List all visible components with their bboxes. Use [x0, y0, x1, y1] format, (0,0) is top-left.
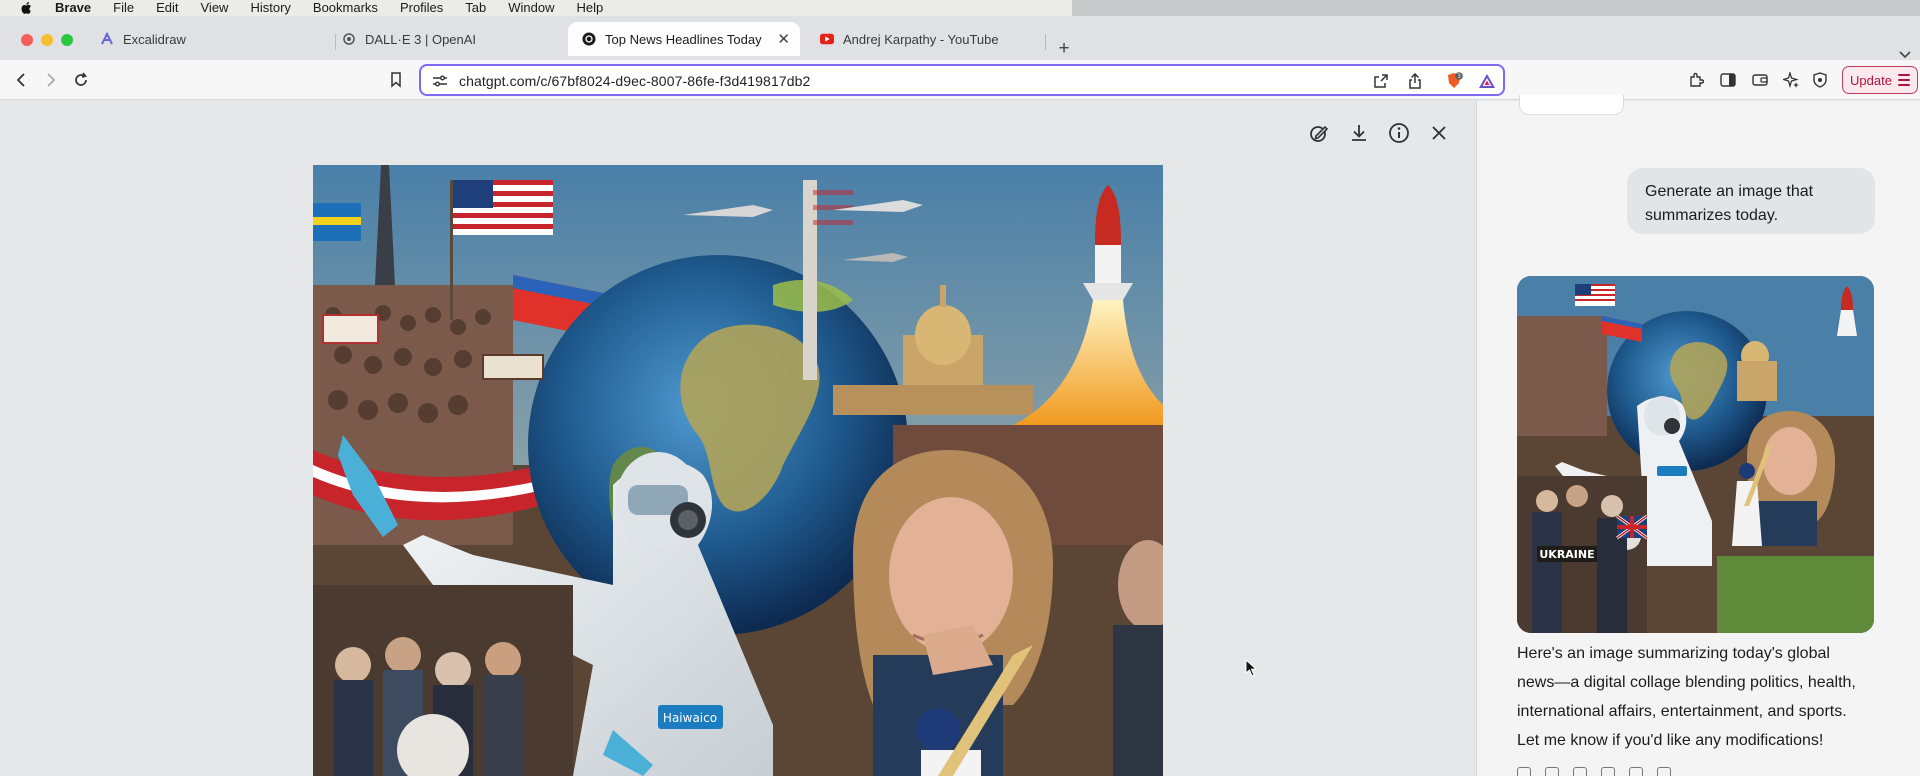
menu-bar-right [1072, 0, 1920, 16]
youtube-icon [820, 32, 834, 46]
image-viewer: Haiwaico [0, 101, 1476, 776]
macos-menu-bar: Brave File Edit View History Bookmarks P… [0, 0, 1920, 16]
site-settings-icon[interactable] [430, 71, 450, 91]
mouse-cursor-icon [1245, 658, 1258, 677]
brave-rewards-icon[interactable] [1477, 71, 1497, 91]
excalidraw-icon [100, 32, 114, 46]
generated-image[interactable]: Haiwaico [313, 165, 1163, 776]
copy-icon[interactable] [1517, 767, 1531, 776]
tab-title: Andrej Karpathy - YouTube [843, 31, 999, 47]
apple-icon[interactable] [20, 1, 33, 15]
audience [313, 585, 573, 776]
openai-icon [342, 32, 356, 46]
menu-view[interactable]: View [201, 0, 229, 16]
tab-separator [1045, 34, 1046, 50]
minimize-window-button[interactable] [41, 34, 53, 46]
menu-edit[interactable]: Edit [156, 0, 178, 16]
url-text: chatgpt.com/c/67bf8024-d9ec-8007-86fe-f3… [459, 73, 811, 89]
shield-badge-count: 3 [1457, 73, 1461, 80]
sidebar-toggle-icon[interactable] [1718, 70, 1738, 90]
tab-title: DALL·E 3 | OpenAI [365, 31, 477, 47]
chat-sidebar: Generate an image that summarizes today. [1476, 95, 1920, 776]
news-collage-thumbnail: UKRAINE [1517, 276, 1874, 633]
close-window-button[interactable] [21, 34, 33, 46]
user-message-bubble: Generate an image that summarizes today. [1627, 168, 1875, 234]
update-button[interactable]: Update [1842, 66, 1918, 94]
assistant-reply: Here's an image summarizing today's glob… [1517, 639, 1917, 755]
menu-history[interactable]: History [250, 0, 290, 16]
chatgpt-icon [582, 32, 596, 46]
tab-title: Top News Headlines Today [605, 31, 762, 47]
menu-profiles[interactable]: Profiles [400, 0, 443, 16]
regenerate-icon[interactable] [1657, 767, 1671, 776]
news-collage-illustration: Haiwaico [313, 165, 1163, 776]
edit-icon[interactable] [1629, 767, 1643, 776]
info-icon[interactable] [1386, 120, 1412, 146]
read-aloud-icon[interactable] [1601, 767, 1615, 776]
menu-tab[interactable]: Tab [465, 0, 486, 16]
wallet-icon[interactable] [1750, 70, 1770, 90]
reload-button[interactable] [71, 70, 91, 90]
ukraine-label: UKRAINE [1539, 548, 1594, 561]
bookmark-icon[interactable] [386, 70, 406, 90]
new-tab-button[interactable]: + [1054, 39, 1074, 60]
reply-line: Let me know if you'd like any modificati… [1517, 732, 1824, 749]
previous-message-fragment [1519, 95, 1624, 115]
share-icon[interactable] [1405, 71, 1425, 91]
menu-icon [1897, 74, 1910, 86]
extensions-icon[interactable] [1686, 70, 1706, 90]
vpn-shield-icon[interactable] [1810, 70, 1830, 90]
menu-bar-left: Brave File Edit View History Bookmarks P… [0, 0, 1072, 16]
tab-excalidraw[interactable]: Excalidraw [100, 22, 330, 56]
menu-file[interactable]: File [113, 0, 134, 16]
chevron-down-icon[interactable] [1898, 46, 1912, 59]
tab-top-news[interactable]: Top News Headlines Today ✕ [568, 22, 800, 56]
thumbs-up-icon[interactable] [1545, 767, 1559, 776]
forward-button[interactable] [41, 70, 61, 90]
menu-help[interactable]: Help [577, 0, 604, 16]
suit-badge-text: Haiwaico [663, 711, 717, 725]
tab-title: Excalidraw [123, 31, 186, 47]
address-bar[interactable]: chatgpt.com/c/67bf8024-d9ec-8007-86fe-f3… [419, 64, 1505, 96]
zoom-window-button[interactable] [61, 34, 73, 46]
update-label: Update [1850, 72, 1892, 88]
close-viewer-icon[interactable] [1426, 120, 1452, 146]
menu-app-brave[interactable]: Brave [55, 0, 91, 16]
browser-toolbar: chatgpt.com/c/67bf8024-d9ec-8007-86fe-f3… [0, 60, 1920, 100]
reply-line: Here's an image summarizing today's glob… [1517, 645, 1830, 662]
tab-youtube[interactable]: Andrej Karpathy - YouTube [820, 22, 1042, 56]
thumbs-down-icon[interactable] [1573, 767, 1587, 776]
tab-dalle[interactable]: DALL·E 3 | OpenAI [342, 22, 562, 56]
reply-line: international affairs, entertainment, an… [1517, 703, 1847, 720]
generated-image-thumbnail[interactable]: UKRAINE [1517, 276, 1874, 633]
brave-shields-icon[interactable]: 3 [1444, 71, 1464, 91]
open-external-icon[interactable] [1371, 71, 1391, 91]
tab-strip: Excalidraw DALL·E 3 | OpenAI Top News He… [0, 16, 1920, 60]
reply-line: news—a digital collage blending politics… [1517, 674, 1856, 691]
menu-bookmarks[interactable]: Bookmarks [313, 0, 378, 16]
menu-window[interactable]: Window [508, 0, 554, 16]
back-button[interactable] [11, 70, 31, 90]
edit-image-icon[interactable] [1306, 120, 1332, 146]
close-tab-icon[interactable]: ✕ [777, 30, 790, 48]
tab-separator [335, 34, 336, 50]
leo-ai-icon[interactable] [1781, 70, 1801, 90]
download-icon[interactable] [1346, 120, 1372, 146]
message-actions [1517, 767, 1671, 776]
